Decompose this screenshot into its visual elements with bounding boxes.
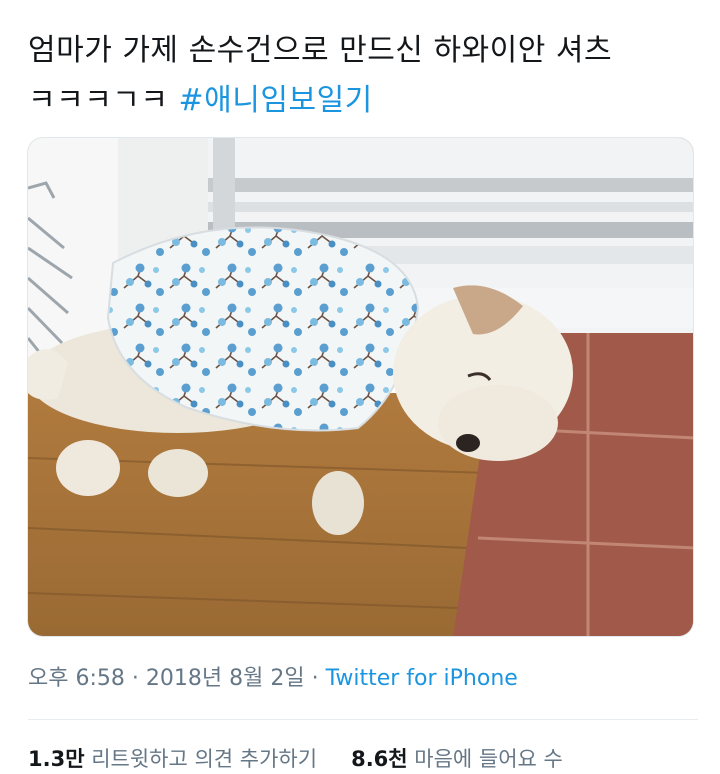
meta-separator: ·	[304, 666, 326, 691]
tweet-stats: 1.3만 리트윗하고 의견 추가하기 8.6천 마음에 들어요 수	[28, 742, 563, 774]
retweets-stat[interactable]: 1.3만 리트윗하고 의견 추가하기	[28, 747, 317, 771]
likes-count: 8.6천	[351, 747, 408, 771]
tweet-date[interactable]: 2018년 8월 2일	[146, 666, 305, 691]
tweet-text-line-1: 엄마가 가제 손수건으로 만드신 하와이안 셔츠	[28, 33, 613, 68]
tweet-photo[interactable]	[27, 137, 694, 637]
tweet-source-link[interactable]: Twitter for iPhone	[326, 666, 518, 691]
retweets-count: 1.3만	[28, 747, 85, 771]
hashtag-link[interactable]: #애니임보일기	[179, 83, 373, 118]
likes-stat[interactable]: 8.6천 마음에 들어요 수	[351, 747, 563, 771]
tweet-text-laugh: ㅋㅋㅋㄱㅋ	[28, 83, 179, 118]
divider	[28, 719, 698, 720]
tweet-text: 엄마가 가제 손수건으로 만드신 하와이안 셔츠 ㅋㅋㅋㄱㅋ #애니임보일기	[28, 26, 698, 126]
tweet-time[interactable]: 오후 6:58	[28, 666, 125, 691]
likes-label: 마음에 들어요 수	[407, 747, 563, 771]
retweets-label: 리트윗하고 의견 추가하기	[84, 747, 318, 771]
tweet-text-line-2: ㅋㅋㅋㄱㅋ #애니임보일기	[28, 76, 698, 126]
tweet-meta: 오후 6:58 · 2018년 8월 2일 · Twitter for iPho…	[28, 662, 518, 696]
meta-separator: ·	[124, 666, 146, 691]
